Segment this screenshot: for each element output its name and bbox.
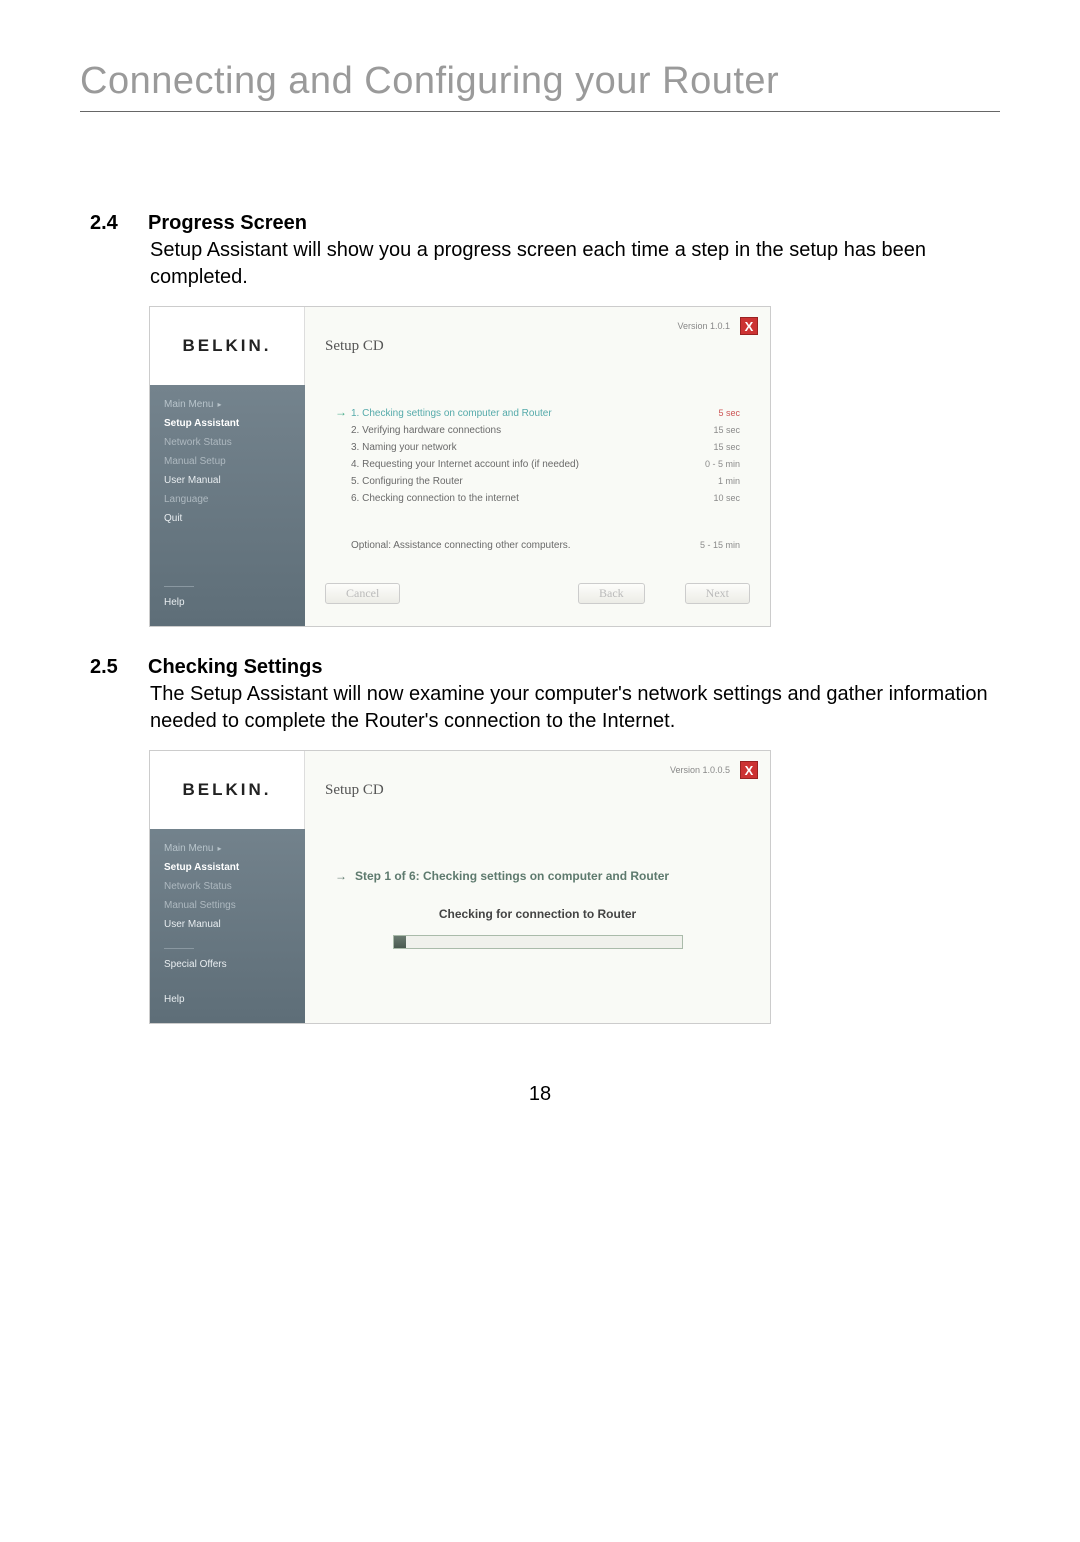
- step-time: 1 min: [670, 476, 740, 486]
- section-2-5: 2.5 Checking Settings The Setup Assistan…: [80, 656, 1000, 1023]
- section-body: The Setup Assistant will now examine you…: [150, 681, 1000, 735]
- sidebar-item-network-status[interactable]: Network Status: [164, 437, 291, 448]
- app-main: Setup CD Version 1.0.0.5 X → Step 1 of 6…: [305, 751, 770, 1023]
- section-title: Checking Settings: [148, 656, 322, 679]
- step-row: → 1. Checking settings on computer and R…: [335, 405, 740, 419]
- arrow-right-icon: →: [335, 869, 347, 883]
- sidebar-item-help[interactable]: Help: [164, 597, 291, 608]
- chevron-right-icon: ▸: [217, 844, 221, 853]
- version-label: Version 1.0.1: [677, 321, 730, 331]
- step-label: 4. Requesting your Internet account info…: [351, 459, 670, 470]
- main-menu-label: Main Menu: [164, 399, 213, 410]
- sidebar-item-quit[interactable]: Quit: [164, 513, 291, 524]
- optional-step-time: 5 - 15 min: [670, 540, 740, 550]
- step-time: 0 - 5 min: [670, 459, 740, 469]
- belkin-logo: BELKIN.: [183, 780, 272, 800]
- arrow-right-icon: →: [335, 405, 351, 419]
- sidebar-item-setup-assistant[interactable]: Setup Assistant: [164, 418, 291, 429]
- app-sidebar: BELKIN. Main Menu ▸ Setup Assistant Netw…: [150, 307, 305, 626]
- step-label: 3. Naming your network: [351, 442, 670, 453]
- sidebar-item-setup-assistant[interactable]: Setup Assistant: [164, 862, 291, 873]
- section-number: 2.4: [90, 212, 130, 235]
- section-number: 2.5: [90, 656, 130, 679]
- close-icon[interactable]: X: [740, 317, 758, 335]
- step-time: 15 sec: [670, 442, 740, 452]
- sidebar-item-network-status[interactable]: Network Status: [164, 881, 291, 892]
- section-title: Progress Screen: [148, 212, 307, 235]
- sidebar-item-manual-settings[interactable]: Manual Settings: [164, 900, 291, 911]
- step-label: 5. Configuring the Router: [351, 476, 670, 487]
- app-title: Setup CD: [325, 338, 384, 355]
- logo-area: BELKIN.: [150, 751, 305, 829]
- sidebar-item-user-manual[interactable]: User Manual: [164, 475, 291, 486]
- main-menu-header[interactable]: Main Menu ▸: [164, 843, 291, 854]
- step-label: 6. Checking connection to the internet: [351, 493, 670, 504]
- belkin-logo: BELKIN.: [183, 336, 272, 356]
- logo-area: BELKIN.: [150, 307, 305, 385]
- screenshot-checking: BELKIN. Main Menu ▸ Setup Assistant Netw…: [150, 751, 770, 1023]
- main-menu-header[interactable]: Main Menu ▸: [164, 399, 291, 410]
- version-label: Version 1.0.0.5: [670, 765, 730, 775]
- step-list: → 1. Checking settings on computer and R…: [335, 405, 740, 551]
- back-button[interactable]: Back: [578, 583, 645, 604]
- progress-bar: [393, 935, 683, 949]
- status-text: Checking for connection to Router: [335, 907, 740, 921]
- chevron-right-icon: ▸: [217, 400, 221, 409]
- main-menu-label: Main Menu: [164, 843, 213, 854]
- sidebar-item-manual-setup[interactable]: Manual Setup: [164, 456, 291, 467]
- step-header-label: Step 1 of 6: Checking settings on comput…: [355, 869, 669, 883]
- app-main: Setup CD Version 1.0.1 X → 1. Checking s…: [305, 307, 770, 626]
- step-header: → Step 1 of 6: Checking settings on comp…: [335, 869, 740, 883]
- section-body: Setup Assistant will show you a progress…: [150, 237, 1000, 291]
- app-title: Setup CD: [325, 782, 384, 799]
- page-title: Connecting and Configuring your Router: [80, 60, 1000, 112]
- next-button[interactable]: Next: [685, 583, 750, 604]
- section-2-4: 2.4 Progress Screen Setup Assistant will…: [80, 212, 1000, 626]
- app-sidebar: BELKIN. Main Menu ▸ Setup Assistant Netw…: [150, 751, 305, 1023]
- step-time: 15 sec: [670, 425, 740, 435]
- sidebar-item-user-manual[interactable]: User Manual: [164, 919, 291, 930]
- step-label: 2. Verifying hardware connections: [351, 425, 670, 436]
- button-bar: Cancel Back Next: [305, 569, 770, 626]
- step-time: 5 sec: [670, 408, 740, 418]
- progress-fill: [394, 936, 406, 948]
- sidebar-item-special-offers[interactable]: Special Offers: [164, 959, 291, 970]
- screenshot-progress: BELKIN. Main Menu ▸ Setup Assistant Netw…: [150, 307, 770, 626]
- cancel-button[interactable]: Cancel: [325, 583, 400, 604]
- step-time: 10 sec: [670, 493, 740, 503]
- close-icon[interactable]: X: [740, 761, 758, 779]
- step-label: 1. Checking settings on computer and Rou…: [351, 408, 670, 419]
- sidebar-item-help[interactable]: Help: [164, 994, 291, 1005]
- page-number: 18: [80, 1083, 1000, 1106]
- sidebar-item-language[interactable]: Language: [164, 494, 291, 505]
- optional-step-label: Optional: Assistance connecting other co…: [351, 540, 670, 551]
